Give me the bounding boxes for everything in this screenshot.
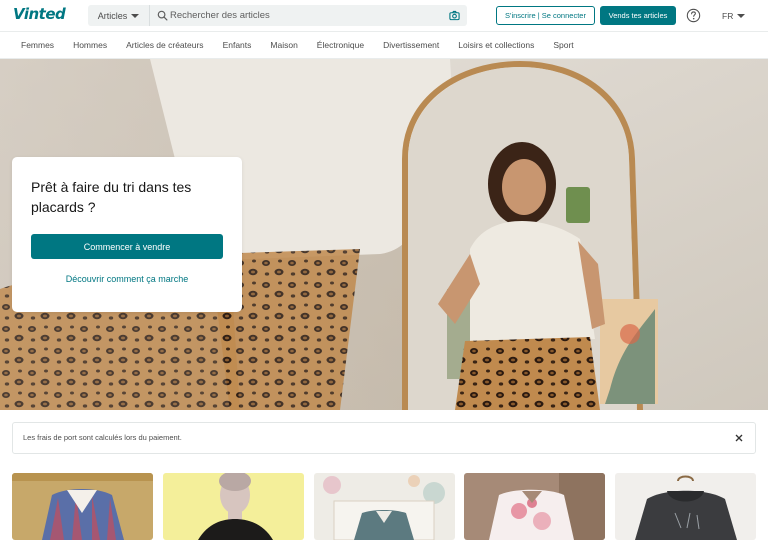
chevron-down-icon <box>131 13 140 18</box>
top-bar: Vinted Articles S'inscrire | Se connecte… <box>0 0 768 31</box>
item-card[interactable] <box>314 473 455 540</box>
hero-banner: Prêt à faire du tri dans tes placards ? … <box>0 59 768 410</box>
category-nav: Femmes Hommes Articles de créateurs Enfa… <box>0 31 768 59</box>
item-photo <box>615 473 756 540</box>
item-photo <box>464 473 605 540</box>
item-photo <box>163 473 304 540</box>
how-it-works-link[interactable]: Découvrir comment ça marche <box>31 274 223 284</box>
nav-item-maison[interactable]: Maison <box>270 40 297 50</box>
nav-item-sport[interactable]: Sport <box>553 40 573 50</box>
language-label: FR <box>722 10 734 21</box>
hero-card: Prêt à faire du tri dans tes placards ? … <box>12 157 242 312</box>
search-input[interactable] <box>170 8 440 23</box>
search-category-label: Articles <box>97 10 128 21</box>
item-photo <box>314 473 455 540</box>
nav-item-loisirs[interactable]: Loisirs et collections <box>458 40 534 50</box>
nav-item-electronique[interactable]: Électronique <box>317 40 364 50</box>
hero-title: Prêt à faire du tri dans tes placards ? <box>31 179 192 215</box>
item-card[interactable] <box>12 473 153 540</box>
shipping-notice-text: Les frais de port sont calculés lors du … <box>23 433 182 442</box>
nav-item-enfants[interactable]: Enfants <box>223 40 252 50</box>
signin-button[interactable]: S'inscrire | Se connecter <box>496 6 595 25</box>
item-photo <box>12 473 153 540</box>
nav-item-designer[interactable]: Articles de créateurs <box>126 40 203 50</box>
camera-icon[interactable] <box>449 10 460 21</box>
item-card[interactable] <box>615 473 756 540</box>
nav-item-divertissement[interactable]: Divertissement <box>383 40 439 50</box>
nav-item-hommes[interactable]: Hommes <box>73 40 107 50</box>
chevron-down-icon <box>737 13 746 18</box>
search-bar: Articles <box>88 5 467 26</box>
close-icon[interactable] <box>733 432 745 444</box>
vinted-logo[interactable]: Vinted <box>13 5 66 23</box>
item-card[interactable] <box>464 473 605 540</box>
shipping-notice: Les frais de port sont calculés lors du … <box>12 422 756 454</box>
item-card[interactable] <box>163 473 304 540</box>
nav-item-femmes[interactable]: Femmes <box>21 40 54 50</box>
search-category-dropdown[interactable]: Articles <box>88 5 150 26</box>
sell-items-button[interactable]: Vends tes articles <box>600 6 676 25</box>
help-icon[interactable] <box>686 8 701 23</box>
language-selector[interactable]: FR <box>722 8 746 23</box>
start-selling-button[interactable]: Commencer à vendre <box>31 234 223 259</box>
search-icon <box>157 10 168 21</box>
